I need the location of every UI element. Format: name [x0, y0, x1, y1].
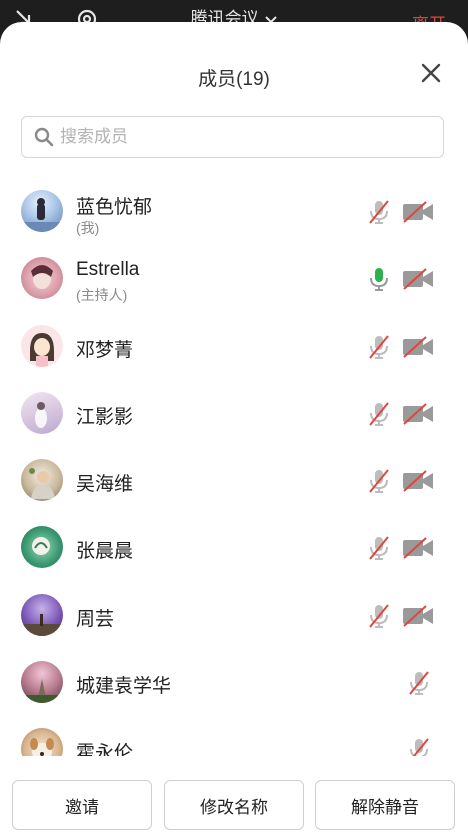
mic-active-icon[interactable]	[367, 265, 391, 293]
member-row[interactable]: 吴海维	[0, 447, 468, 514]
search-box[interactable]	[21, 116, 444, 158]
close-icon[interactable]	[420, 62, 442, 84]
member-tag: (我)	[76, 220, 100, 236]
mic-muted-icon[interactable]	[367, 602, 391, 630]
mic-muted-icon[interactable]	[367, 534, 391, 562]
member-name: 城建袁学华	[76, 676, 172, 698]
search-icon	[34, 127, 54, 147]
member-name: 邓梦菁	[76, 339, 134, 361]
camera-off-icon[interactable]	[402, 268, 434, 291]
members-sheet: 成员(19) 蓝色忧郁 (我)	[0, 22, 468, 832]
unmute-all-button[interactable]: 解除静音	[315, 780, 455, 830]
camera-off-icon[interactable]	[402, 403, 434, 425]
avatar	[21, 661, 63, 704]
avatar	[21, 190, 63, 232]
mic-muted-icon[interactable]	[407, 669, 431, 697]
member-tag: (主持人)	[76, 287, 128, 304]
member-row[interactable]: 周芸	[0, 582, 468, 649]
mic-muted-icon[interactable]	[367, 467, 391, 495]
member-row[interactable]: 江影影	[0, 380, 468, 447]
camera-off-icon[interactable]	[402, 335, 434, 358]
avatar	[21, 391, 63, 434]
invite-button[interactable]: 邀请	[12, 780, 152, 830]
mic-muted-icon[interactable]	[367, 400, 391, 428]
camera-off-icon[interactable]	[402, 537, 434, 560]
avatar	[21, 526, 63, 569]
avatar	[21, 459, 63, 502]
camera-off-icon[interactable]	[402, 470, 434, 492]
bottom-action-bar: 邀请 修改名称 解除静音	[0, 756, 468, 832]
member-name: Estrella	[76, 259, 140, 281]
camera-off-icon[interactable]	[402, 605, 434, 627]
member-name: 周芸	[76, 608, 115, 630]
member-row[interactable]: 邓梦菁	[0, 313, 468, 380]
rename-button[interactable]: 修改名称	[164, 780, 304, 830]
member-row[interactable]: 张晨晨	[0, 514, 468, 581]
member-row[interactable]: Estrella (主持人)	[0, 245, 468, 312]
member-name: 江影影	[76, 406, 134, 428]
member-name: 张晨晨	[76, 541, 134, 563]
camera-off-icon[interactable]	[402, 201, 434, 223]
sheet-title: 成员(19)	[198, 69, 270, 90]
search-input[interactable]	[60, 127, 420, 147]
member-row[interactable]: 城建袁学华	[0, 649, 468, 716]
member-row[interactable]: 蓝色忧郁 (我)	[0, 178, 468, 245]
avatar	[21, 593, 63, 636]
mic-muted-icon[interactable]	[367, 333, 391, 361]
mic-muted-icon[interactable]	[367, 198, 391, 226]
member-name: 吴海维	[76, 474, 134, 496]
avatar	[21, 257, 63, 300]
avatar	[21, 324, 63, 367]
member-list: 蓝色忧郁 (我) Estrella (主持人) 邓梦菁 江影影 吴海维 张晨晨 …	[0, 178, 468, 784]
member-name: 蓝色忧郁	[76, 197, 153, 218]
